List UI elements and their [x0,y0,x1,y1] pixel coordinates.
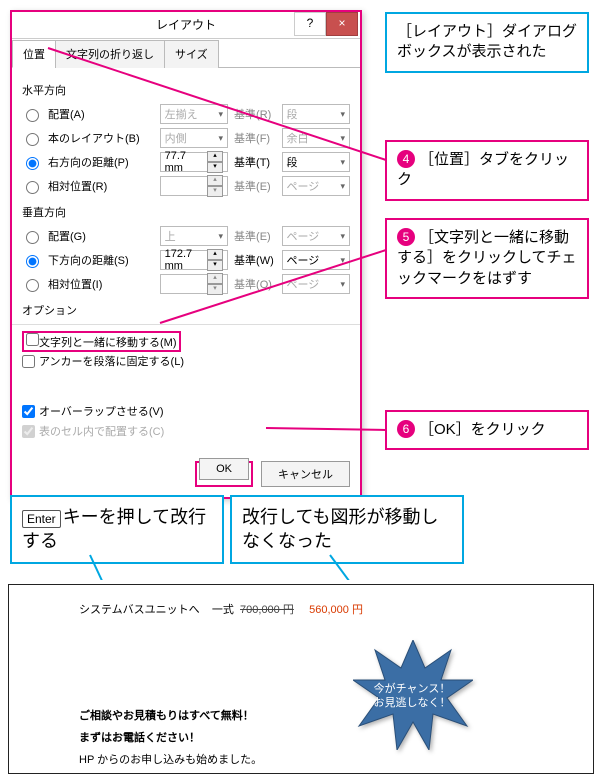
spinner-icon[interactable]: ▴▾ [207,151,223,173]
label-move-with-text: 文字列と一緒に移動する(M) [39,337,177,349]
label-v-down: 下方向の距離(S) [48,252,154,268]
label-h-book: 本のレイアウト(B) [48,130,154,146]
chevron-down-icon: ▾ [340,133,345,144]
tab-position[interactable]: 位置 [12,40,56,68]
callout-6: 6［OK］をクリック [385,410,589,450]
callout-dialog-shown: ［レイアウト］ダイアログボックスが表示された [385,12,589,73]
doc-p3: HP からのお申し込みも始めました。 [79,751,523,767]
radio-h-book[interactable] [26,133,39,146]
chevron-down-icon: ▾ [340,231,345,242]
chk-overlap[interactable] [22,405,35,418]
radio-v-align[interactable] [26,231,39,244]
doc-line-1: システムバスユニットへ 一式 700,000 円 560,000 円 [79,601,523,617]
callout-enter: Enterキーを押して改行する [10,495,224,564]
select-h-align[interactable]: 左揃え▾ [160,104,228,124]
select-v-rel-basis[interactable]: ページ▾ [282,274,350,294]
layout-dialog: レイアウト ? × 位置 文字列の折り返し サイズ 水平方向 配置(A) 左揃え… [10,10,362,499]
chevron-down-icon: ▾ [340,109,345,120]
kbd-enter: Enter [22,510,61,528]
callout-5: 5［文字列と一緒に移動する］をクリックしてチェックマークをはずす [385,218,589,299]
starburst-text: 今がチャンス！ お見逃しなく！ [352,682,472,711]
label-v-align: 配置(G) [48,228,154,244]
radio-h-rel[interactable] [26,181,39,194]
group-horizontal-title: 水平方向 [22,82,350,98]
label-v-down-basis: 基準(W) [234,252,275,268]
close-button[interactable]: × [326,12,358,36]
radio-h-right[interactable] [26,157,39,170]
dialog-titlebar: レイアウト ? × [12,12,360,39]
select-v-align-basis[interactable]: ページ▾ [282,226,350,246]
radio-h-align[interactable] [26,109,39,122]
tab-strip: 位置 文字列の折り返し サイズ [12,39,360,68]
badge-5: 5 [397,228,415,246]
label-anchor-lock: アンカーを段落に固定する(L) [39,353,184,369]
spinner-icon[interactable]: ▴▾ [207,249,223,271]
label-h-rel-basis: 基準(E) [234,178,275,194]
radio-v-rel[interactable] [26,279,39,292]
chevron-down-icon: ▾ [219,109,224,120]
label-v-align-basis: 基準(E) [234,228,275,244]
callout-4: 4［位置］タブをクリック [385,140,589,201]
cancel-button[interactable]: キャンセル [261,461,350,487]
label-h-align: 配置(A) [48,106,154,122]
badge-4: 4 [397,150,415,168]
input-v-down[interactable]: 172.7 mm▴▾ [160,250,228,270]
spinner-icon[interactable]: ▴▾ [207,175,223,197]
input-h-right[interactable]: 77.7 mm▴▾ [160,152,228,172]
label-h-right: 右方向の距離(P) [48,154,154,170]
input-v-rel[interactable]: ▴▾ [160,274,228,294]
label-v-rel: 相対位置(I) [48,276,154,292]
ok-button[interactable]: OK [199,458,249,480]
select-h-rel-basis[interactable]: ページ▾ [282,176,350,196]
help-button[interactable]: ? [294,12,326,36]
select-v-align[interactable]: 上▾ [160,226,228,246]
select-h-book-basis[interactable]: 余白▾ [282,128,350,148]
label-h-rel: 相対位置(R) [48,178,154,194]
chevron-down-icon: ▾ [219,231,224,242]
callout-no-move: 改行しても図形が移動しなくなった [230,495,464,564]
chevron-down-icon: ▾ [340,181,345,192]
label-h-align-basis: 基準(R) [234,106,275,122]
tab-size[interactable]: サイズ [164,40,219,68]
spinner-icon[interactable]: ▴▾ [207,273,223,295]
chk-anchor-lock[interactable] [22,355,35,368]
chevron-down-icon: ▾ [340,157,345,168]
select-h-book[interactable]: 内側▾ [160,128,228,148]
chevron-down-icon: ▾ [340,279,345,290]
select-h-align-basis[interactable]: 段▾ [282,104,350,124]
dialog-title: レイアウト [156,18,216,32]
group-vertical-title: 垂直方向 [22,204,350,220]
label-v-rel-basis: 基準(O) [234,276,275,292]
radio-v-down[interactable] [26,255,39,268]
label-h-right-basis: 基準(T) [234,154,275,170]
chk-cell-layout [22,425,35,438]
starburst-shape: 今がチャンス！ お見逃しなく！ [353,640,473,753]
select-h-right-basis[interactable]: 段▾ [282,152,350,172]
input-h-rel[interactable]: ▴▾ [160,176,228,196]
chk-move-with-text[interactable] [26,333,39,346]
document-preview: システムバスユニットへ 一式 700,000 円 560,000 円 今がチャン… [8,584,594,774]
badge-6: 6 [397,420,415,438]
label-cell-layout: 表のセル内で配置する(C) [39,423,164,439]
group-options-title: オプション [22,302,350,318]
label-overlap: オーバーラップさせる(V) [39,403,164,419]
select-v-down-basis[interactable]: ページ▾ [282,250,350,270]
chevron-down-icon: ▾ [219,133,224,144]
label-h-book-basis: 基準(F) [234,130,275,146]
tab-wrapping[interactable]: 文字列の折り返し [55,40,165,68]
chevron-down-icon: ▾ [340,255,345,266]
